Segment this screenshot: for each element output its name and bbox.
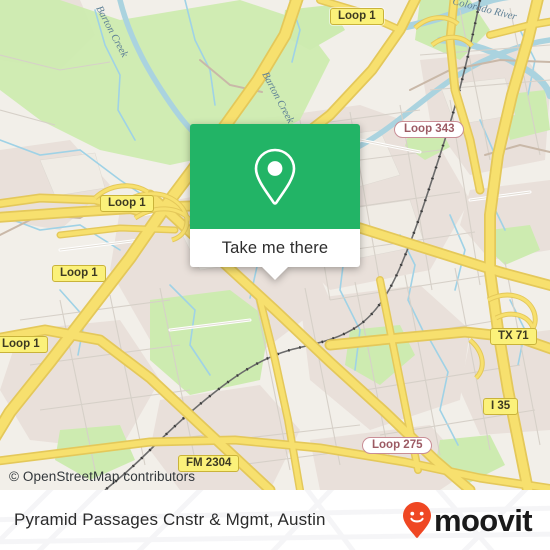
shield-text: Loop 1 (338, 10, 376, 22)
take-me-there-label: Take me there (221, 238, 329, 257)
take-me-there-button[interactable]: Take me there (190, 229, 360, 280)
moovit-pin-smile-icon (402, 502, 431, 538)
shield-text: TX 71 (498, 330, 529, 342)
map-screenshot-page: Barton Creek Barton Creek Colorado River… (0, 0, 550, 550)
moovit-wordmark: moovit (433, 502, 533, 538)
shield-text: Loop 343 (404, 123, 455, 135)
footer-bar: Pyramid Passages Cnstr & Mgmt, Austin mo… (0, 490, 550, 550)
shield-text: Loop 1 (108, 197, 146, 209)
road-shield-loop343: Loop 343 (394, 121, 465, 138)
road-shield-loop1-left: Loop 1 (52, 265, 106, 282)
shield-text: I 35 (491, 400, 511, 412)
location-pin-icon (254, 148, 296, 205)
shield-text: Loop 1 (60, 267, 98, 279)
road-shield-loop1-mid: Loop 1 (100, 195, 154, 212)
shield-text: Loop 1 (2, 338, 40, 350)
take-me-there-callout[interactable]: Take me there (190, 124, 360, 280)
osm-attribution[interactable]: © OpenStreetMap contributors (9, 469, 195, 484)
shield-text: Loop 275 (372, 439, 423, 451)
place-title: Pyramid Passages Cnstr & Mgmt, Austin (14, 510, 326, 529)
callout-tail (261, 266, 289, 280)
callout-pin-panel (190, 124, 360, 229)
shield-text: FM 2304 (186, 457, 232, 469)
moovit-logo[interactable]: moovit (402, 501, 533, 539)
road-shield-loop1-lower-left: Loop 1 (0, 336, 48, 353)
road-shield-loop275: Loop 275 (362, 437, 433, 454)
road-shield-tx71: TX 71 (490, 328, 537, 345)
road-shield-loop1-top: Loop 1 (330, 8, 384, 25)
road-shield-i35: I 35 (483, 398, 519, 415)
